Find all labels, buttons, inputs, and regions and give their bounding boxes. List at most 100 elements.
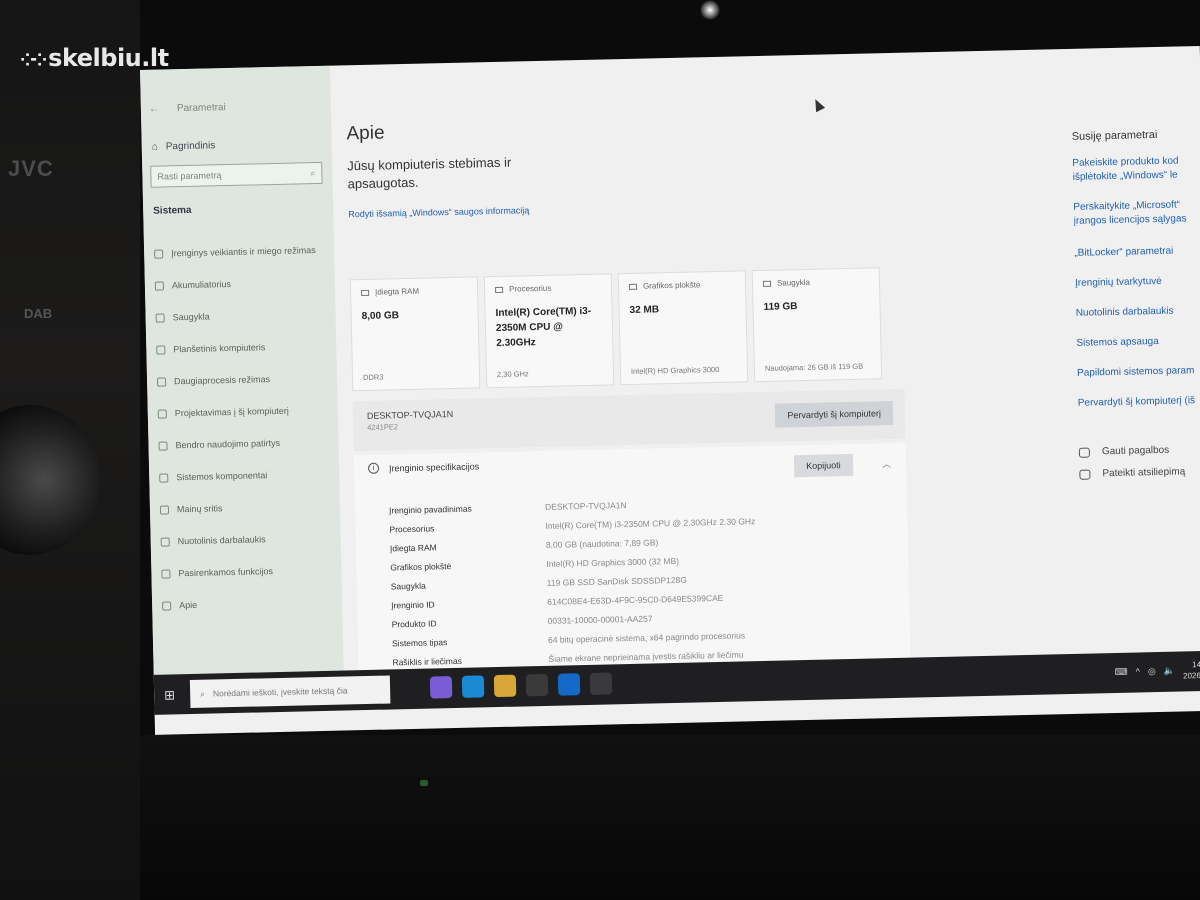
remote-icon	[160, 536, 170, 547]
spec-card: Įdiegta RAM 8,00 GB DDR3	[349, 276, 481, 392]
power-led	[420, 780, 428, 786]
edge-icon[interactable]	[461, 675, 485, 698]
card-footnote: Intel(R) HD Graphics 3000	[630, 364, 720, 376]
ram-icon	[361, 289, 370, 296]
network-icon[interactable]: ◎	[1148, 666, 1156, 677]
spec-key: Įdiegta RAM	[389, 541, 437, 553]
sidebar-item-label: Planšetinis kompiuteris	[173, 342, 266, 355]
spec-key: Įrenginio ID	[391, 598, 435, 610]
info-icon: i	[367, 462, 380, 474]
device-manager-link[interactable]: Įrenginių tvarkytuvė	[1075, 275, 1162, 291]
remote-desktop-link[interactable]: Nuotolinis darbalaukis	[1076, 305, 1174, 321]
card-label: Procesorius	[508, 283, 552, 294]
sidebar-item-label: Daugiaprocesis režimas	[173, 374, 271, 387]
copilot-icon[interactable]	[429, 676, 453, 699]
back-button[interactable]: ← Parametrai	[149, 102, 226, 115]
monitor-screen: ← Parametrai ⌂ Pagrindinis Rasti parametr…	[140, 45, 1200, 735]
about-panel: Apie Jūsų kompiuteris stebimas ir apsaug…	[345, 53, 919, 686]
sidebar-item[interactable]: Projektavimas į šį kompiuterį	[155, 394, 336, 430]
sidebar-item[interactable]: Daugiaprocesis režimas	[155, 362, 336, 398]
card-footnote: Naudojama: 26 GB iš 119 GB	[764, 361, 864, 373]
spec-key: Produkto ID	[391, 617, 437, 629]
rename-pc-button[interactable]: Pervardyti šį kompiuterį	[775, 401, 894, 428]
chevron-up-icon[interactable]: ^	[1136, 666, 1140, 676]
sidebar-home[interactable]: ⌂ Pagrindinis	[152, 140, 216, 152]
settings-icon[interactable]	[589, 672, 613, 695]
components-icon	[159, 472, 169, 483]
settings-search-input[interactable]: Rasti parametrą ⌕	[150, 161, 323, 188]
rename-pc-link[interactable]: Pervardyti šį kompiuterį (iš	[1078, 394, 1196, 411]
system-protection-link[interactable]: Sistemos apsauga	[1076, 335, 1159, 351]
clipboard-icon	[159, 504, 170, 515]
sidebar-item-label: Bendro naudojimo patirtys	[175, 437, 281, 451]
card-value: 119 GB	[763, 301, 798, 313]
sidebar-item[interactable]: Apie	[160, 586, 341, 622]
spec-card: Saugykla 119 GB Naudojama: 26 GB iš 119 GB	[751, 267, 883, 383]
copy-button[interactable]: Kopijuoti	[793, 453, 853, 478]
sidebar-item[interactable]: Mainų sritis	[158, 490, 339, 526]
specs-header[interactable]: i Įrenginio specifikacijos	[367, 460, 479, 474]
taskbar-search[interactable]: ⌕ Norėdami ieškoti, įveskite tekstą čia	[189, 675, 391, 709]
clock[interactable]: 14:5 2026-0	[1183, 659, 1200, 682]
sidebar-item-label: Pasirenkamos funkcijos	[178, 566, 274, 579]
card-footnote: DDR3	[362, 372, 384, 383]
spec-table: Įrenginio pavadinimas DESKTOP-TVQJA1N Proc…	[389, 489, 893, 671]
calendar-icon[interactable]	[525, 673, 549, 697]
spec-value: 00331-10000-00001-AA257	[547, 613, 653, 626]
spec-value: 614C08E4-E63D-4F9C-95C0-D649E5399CAE	[547, 592, 724, 607]
project-icon	[157, 408, 167, 419]
sidebar-item[interactable]: Nuotolinis darbalaukis	[158, 522, 339, 558]
optional-icon	[161, 568, 171, 579]
security-details-link[interactable]: Rodyti išsamią „Windows“ saugos informac…	[348, 205, 529, 219]
spec-key: Įrenginio pavadinimas	[388, 503, 472, 515]
protection-status: Jūsų kompiuteris stebimas ir apsaugotas.	[347, 154, 512, 192]
card-footnote: 2,30 GHz	[496, 369, 529, 379]
card-label: Saugykla	[776, 277, 811, 288]
sidebar-item-label: Akumuliatorius	[171, 278, 232, 291]
spec-card: Grafikos plokštė 32 MB Intel(R) HD Graphic…	[617, 270, 749, 386]
task-view-icon[interactable]	[397, 676, 421, 700]
multitask-icon	[156, 376, 167, 387]
help-icon	[1078, 447, 1091, 458]
bitlocker-link[interactable]: „BitLocker“ parametrai	[1074, 245, 1173, 261]
card-header: Saugykla	[762, 277, 869, 288]
device-specs-panel: i Įrenginio specifikacijos Kopijuoti ︿ Į…	[353, 442, 911, 686]
sidebar-item[interactable]: Planšetinis kompiuteris	[154, 330, 335, 366]
license-terms-link-line2[interactable]: įrangos licencijos sąlygas	[1074, 212, 1187, 229]
change-product-key-link-line2[interactable]: išplėtokite „Windows“ le	[1073, 168, 1178, 184]
chevron-up-icon[interactable]: ︿	[882, 457, 891, 470]
shared-icon	[158, 440, 168, 451]
card-label: Grafikos plokštė	[642, 280, 701, 291]
sidebar-section-title: Sistema	[153, 204, 192, 217]
drive-icon	[762, 280, 772, 287]
tablet-icon	[156, 344, 166, 355]
sidebar-items: Įrenginys veikiantis ir miego režimas Aku…	[152, 234, 341, 622]
system-tray: ⌨ ^ ◎ 🔈 14:5 2026-0	[1114, 659, 1200, 683]
device-name-bar: DESKTOP-TVQJA1N 4241PE2 Pervardyti šį ko…	[352, 388, 906, 452]
get-help-link[interactable]: Gauti pagalbos	[1078, 445, 1169, 458]
sidebar-item[interactable]: Sistemos komponentai	[157, 458, 338, 494]
feedback-link[interactable]: Pateikti atsiliepimą	[1079, 466, 1185, 480]
sidebar-item[interactable]: Akumuliatorius	[153, 266, 334, 302]
sidebar-item[interactable]: Saugykla	[153, 298, 334, 334]
battery-icon	[154, 281, 164, 291]
sidebar-item-label: Įrenginys veikiantis ir miego režimas	[171, 245, 316, 259]
sidebar-item-label: Apie	[179, 599, 198, 611]
related-title: Susiję parametrai	[1071, 128, 1158, 143]
spec-key: Sistemos tipas	[391, 636, 448, 648]
related-settings: Susiję parametrai Pakeiskite produkto ko…	[1070, 46, 1200, 689]
outlook-icon[interactable]	[557, 673, 581, 696]
keyboard-icon[interactable]: ⌨	[1115, 666, 1128, 677]
card-value: 32 MB	[629, 304, 660, 316]
volume-icon[interactable]: 🔈	[1164, 665, 1175, 676]
explorer-icon[interactable]	[493, 674, 517, 698]
device-name: DESKTOP-TVQJA1N	[366, 408, 454, 421]
windows-start-icon[interactable]: ⊞	[164, 687, 175, 703]
sidebar-item[interactable]: Pasirenkamos funkcijos	[159, 554, 340, 590]
sidebar-item[interactable]: Įrenginys veikiantis ir miego režimas	[152, 234, 333, 270]
spec-value: DESKTOP-TVQJA1N	[544, 499, 627, 512]
sidebar-item[interactable]: Bendro naudojimo patirtys	[156, 426, 337, 462]
watermark: ⁘⁘ skelbiu.lt	[20, 44, 169, 72]
spec-key: Saugykla	[390, 580, 426, 591]
advanced-system-link[interactable]: Papildomi sistemos param	[1077, 364, 1195, 381]
